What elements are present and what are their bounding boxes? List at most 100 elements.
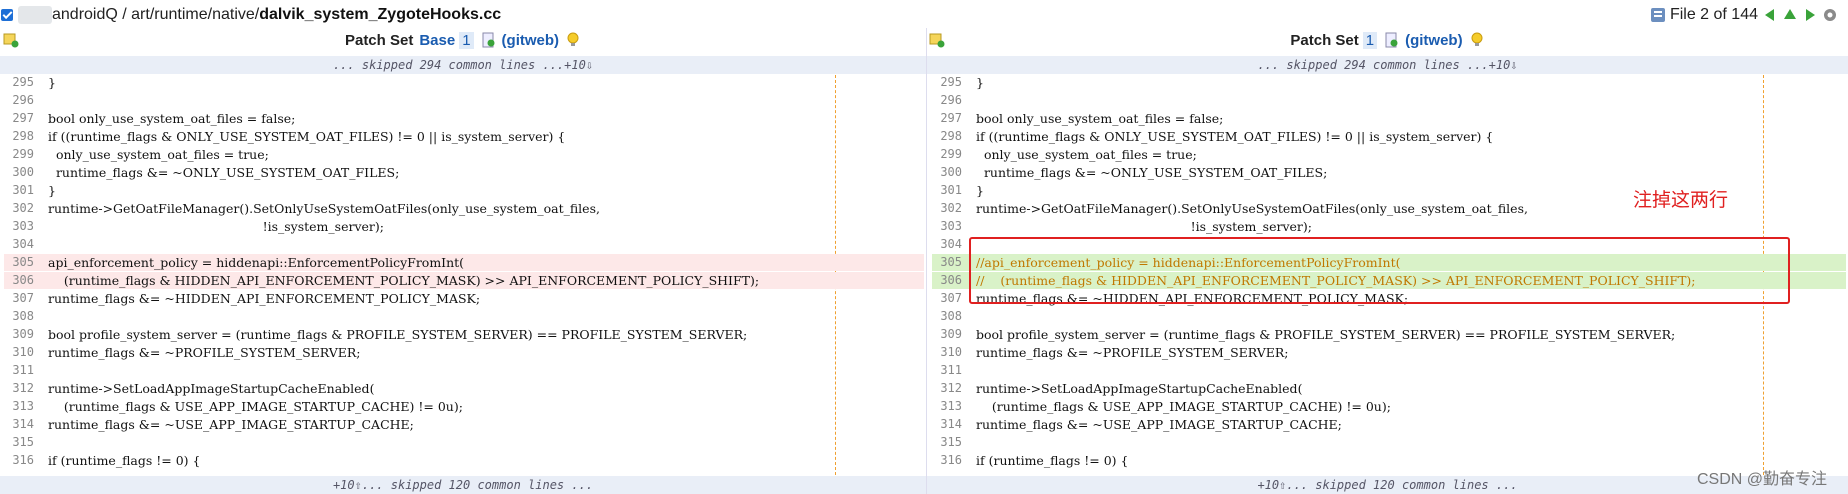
right-patch-number[interactable]: 1 (1362, 31, 1378, 49)
code-line: 309 bool profile_system_server = (runtime… (932, 326, 1846, 343)
line-number[interactable]: 315 (4, 434, 34, 451)
line-number[interactable]: 298 (4, 128, 34, 145)
line-number[interactable]: 313 (4, 398, 34, 415)
line-number[interactable]: 302 (4, 200, 34, 217)
code-line: 299 only_use_system_oat_files = true; (932, 146, 1846, 163)
add-comment-icon[interactable] (3, 32, 19, 48)
code-text: } (48, 183, 56, 198)
line-number[interactable]: 301 (932, 182, 962, 199)
code-text: if ((runtime_flags & ONLY_USE_SYSTEM_OAT… (976, 129, 1494, 144)
code-line: 297 bool only_use_system_oat_files = fals… (4, 110, 924, 127)
highlight-box (969, 237, 1790, 304)
reviewed-checkbox[interactable] (1, 9, 13, 21)
code-line: 298 if ((runtime_flags & ONLY_USE_SYSTEM_… (932, 128, 1846, 145)
line-number[interactable]: 300 (932, 164, 962, 181)
file-path: androidQ / art/runtime/native/dalvik_sys… (52, 6, 501, 24)
code-text: runtime_flags &= ~ONLY_USE_SYSTEM_OAT_FI… (976, 165, 1328, 180)
line-number[interactable]: 295 (932, 74, 962, 91)
line-number[interactable]: 299 (932, 146, 962, 163)
line-number[interactable]: 308 (932, 308, 962, 325)
line-number[interactable]: 304 (4, 236, 34, 253)
top-bar: androidQ / art/runtime/native/dalvik_sys… (0, 0, 1848, 28)
line-number[interactable]: 299 (4, 146, 34, 163)
line-number[interactable]: 305 (4, 254, 34, 271)
settings-icon[interactable] (1822, 7, 1838, 23)
code-line: 303 !is_system_server); (932, 218, 1846, 235)
code-line: 314 runtime_flags &= ~USE_APP_IMAGE_START… (932, 416, 1846, 433)
line-number[interactable]: 311 (932, 362, 962, 379)
code-line: 316 if (runtime_flags != 0) { (4, 452, 924, 469)
code-text: only_use_system_oat_files = true; (48, 147, 269, 162)
code-line: 295} (4, 74, 924, 91)
line-number[interactable]: 312 (932, 380, 962, 397)
line-number[interactable]: 315 (932, 434, 962, 451)
line-number[interactable]: 307 (932, 290, 962, 307)
code-text: runtime_flags &= ~HIDDEN_API_ENFORCEMENT… (48, 291, 481, 306)
code-text: if (runtime_flags != 0) { (976, 453, 1129, 468)
code-text: bool profile_system_server = (runtime_fl… (48, 327, 748, 342)
line-number[interactable]: 301 (4, 182, 34, 199)
line-number[interactable]: 316 (932, 452, 962, 469)
lightbulb-icon[interactable] (565, 32, 581, 48)
line-number[interactable]: 311 (4, 362, 34, 379)
line-number[interactable]: 314 (932, 416, 962, 433)
lightbulb-icon[interactable] (1469, 32, 1485, 48)
line-number[interactable]: 300 (4, 164, 34, 181)
line-number[interactable]: 297 (4, 110, 34, 127)
code-text: } (976, 183, 984, 198)
code-text: runtime->SetLoadAppImageStartupCacheEnab… (976, 381, 1303, 396)
line-number[interactable]: 306 (932, 272, 962, 289)
line-number[interactable]: 305 (932, 254, 962, 271)
next-file-icon[interactable] (1802, 7, 1818, 23)
line-number[interactable]: 296 (932, 92, 962, 109)
line-number[interactable]: 314 (4, 416, 34, 433)
left-skip-top[interactable]: ... skipped 294 common lines ...+10⇩ (0, 56, 926, 74)
line-number[interactable]: 304 (932, 236, 962, 253)
line-number[interactable]: 316 (4, 452, 34, 469)
left-patch-number[interactable]: 1 (459, 31, 474, 49)
code-text: runtime_flags &= ~PROFILE_SYSTEM_SERVER; (48, 345, 361, 360)
line-number[interactable]: 309 (932, 326, 962, 343)
code-line: 306 (runtime_flags & HIDDEN_API_ENFORCEM… (4, 272, 924, 289)
line-number[interactable]: 310 (4, 344, 34, 361)
line-number[interactable]: 303 (932, 218, 962, 235)
line-number[interactable]: 302 (932, 200, 962, 217)
download-icon[interactable] (480, 32, 496, 48)
line-number[interactable]: 312 (4, 380, 34, 397)
line-number[interactable]: 313 (932, 398, 962, 415)
code-text: bool profile_system_server = (runtime_fl… (976, 327, 1676, 342)
code-line: 305 api_enforcement_policy = hiddenapi::E… (4, 254, 924, 271)
line-number[interactable]: 298 (932, 128, 962, 145)
left-gitweb-link[interactable]: (gitweb) (502, 32, 560, 49)
line-number[interactable]: 297 (932, 110, 962, 127)
up-icon[interactable] (1782, 7, 1798, 23)
line-number[interactable]: 307 (4, 290, 34, 307)
code-text: !is_system_server); (48, 219, 384, 234)
right-patch-set-label: Patch Set (1290, 31, 1359, 49)
line-number[interactable]: 296 (4, 92, 34, 109)
code-text: (runtime_flags & HIDDEN_API_ENFORCEMENT_… (48, 273, 760, 288)
code-text: runtime_flags &= ~USE_APP_IMAGE_STARTUP_… (976, 417, 1342, 432)
right-gitweb-link[interactable]: (gitweb) (1405, 32, 1463, 49)
code-text: runtime->SetLoadAppImageStartupCacheEnab… (48, 381, 375, 396)
redacted-block (18, 6, 52, 24)
line-number[interactable]: 303 (4, 218, 34, 235)
line-number[interactable]: 308 (4, 308, 34, 325)
left-skip-bottom[interactable]: +10⇧... skipped 120 common lines ... (0, 476, 926, 494)
line-number[interactable]: 295 (4, 74, 34, 91)
code-text: runtime->GetOatFileManager().SetOnlyUseS… (976, 201, 1528, 216)
line-number[interactable]: 306 (4, 272, 34, 289)
right-skip-top[interactable]: ... skipped 294 common lines ...+10⇩ (927, 56, 1848, 74)
line-number[interactable]: 310 (932, 344, 962, 361)
code-line: 313 (runtime_flags & USE_APP_IMAGE_START… (4, 398, 924, 415)
line-number[interactable]: 309 (4, 326, 34, 343)
left-base-link[interactable]: Base (419, 32, 455, 49)
add-comment-icon[interactable] (929, 32, 945, 48)
left-patch-set-label: Patch Set (344, 31, 414, 49)
file-list-icon[interactable] (1650, 7, 1666, 23)
prev-file-icon[interactable] (1762, 7, 1778, 23)
right-pane-header: Patch Set 1 (gitweb) (927, 28, 1848, 52)
code-line: 297 bool only_use_system_oat_files = fals… (932, 110, 1846, 127)
download-icon[interactable] (1383, 32, 1399, 48)
code-text: runtime_flags &= ~PROFILE_SYSTEM_SERVER; (976, 345, 1289, 360)
